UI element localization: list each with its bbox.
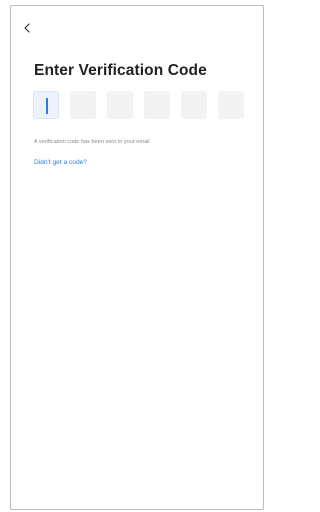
code-digit-input-2[interactable]: [70, 91, 96, 119]
text-cursor: [46, 98, 48, 114]
page-title: Enter Verification Code: [34, 62, 207, 79]
chevron-left-icon: [24, 23, 30, 33]
screen-frame: Enter Verification Code A verification c…: [10, 5, 264, 510]
resend-code-link[interactable]: Didn't get a code?: [34, 159, 87, 166]
code-digit-input-1[interactable]: [33, 91, 59, 119]
code-digit-input-3[interactable]: [107, 91, 133, 119]
code-digit-input-6[interactable]: [218, 91, 244, 119]
verification-code-input-group: [33, 91, 244, 119]
code-digit-input-4[interactable]: [144, 91, 170, 119]
code-digit-input-5[interactable]: [181, 91, 207, 119]
back-button[interactable]: [19, 20, 35, 36]
verification-hint-text: A verification code has been sent to you…: [34, 139, 150, 145]
